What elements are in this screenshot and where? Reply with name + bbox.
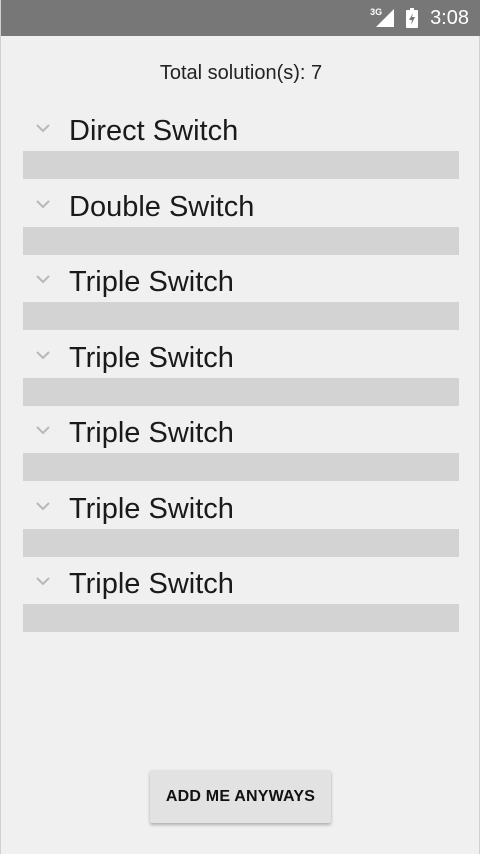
solution-item: Direct Switch xyxy=(23,113,459,189)
solution-header[interactable]: Triple Switch xyxy=(23,264,459,302)
solution-item: Double Switch xyxy=(23,189,459,265)
solution-list: Direct Switch Double Switch Triple Switc… xyxy=(23,113,459,642)
solution-header[interactable]: Double Switch xyxy=(23,189,459,227)
status-icons: 3G 3:08 xyxy=(370,0,469,36)
solution-item: Triple Switch xyxy=(23,340,459,416)
solution-title: Triple Switch xyxy=(69,341,234,374)
chevron-down-icon xyxy=(36,275,50,284)
chevron-down-icon xyxy=(36,501,50,510)
solution-title: Triple Switch xyxy=(69,417,234,449)
solution-title: Triple Switch xyxy=(69,492,234,525)
solution-header[interactable]: Triple Switch xyxy=(23,491,459,529)
chevron-down-icon xyxy=(36,199,50,208)
chevron-down-icon xyxy=(36,426,50,435)
signal-icon: 3G xyxy=(370,0,398,36)
solution-header[interactable]: Triple Switch xyxy=(23,566,459,604)
solution-detail-bar xyxy=(23,151,459,179)
solution-item: Triple Switch xyxy=(23,566,459,642)
chevron-down-icon xyxy=(36,577,50,586)
total-solutions-label: Total solution(s): 7 xyxy=(159,62,323,84)
solution-detail-bar xyxy=(23,302,459,330)
solution-title: Triple Switch xyxy=(69,568,234,600)
chevron-down-icon xyxy=(36,124,50,133)
solution-title: Double Switch xyxy=(69,190,255,223)
solution-header[interactable]: Direct Switch xyxy=(23,113,459,151)
status-clock: 3:08 xyxy=(430,6,469,29)
solution-detail-bar xyxy=(23,453,459,481)
solution-detail-bar xyxy=(23,528,459,557)
solution-item: Triple Switch xyxy=(23,264,459,340)
solution-header[interactable]: Triple Switch xyxy=(23,415,459,453)
screen: 3G 3:08 Total solution(s): 7 Direct Swit… xyxy=(0,0,480,854)
solution-detail-bar xyxy=(23,226,459,255)
solution-detail-bar xyxy=(23,604,459,632)
add-me-anyways-button[interactable]: ADD ME ANYWAYS xyxy=(150,770,331,823)
solution-title: Triple Switch xyxy=(69,266,234,298)
solution-title: Direct Switch xyxy=(69,115,239,147)
solution-item: Triple Switch xyxy=(23,491,459,567)
solution-header[interactable]: Triple Switch xyxy=(23,340,459,378)
solution-item: Triple Switch xyxy=(23,415,459,491)
chevron-down-icon xyxy=(36,350,50,359)
status-bar: 3G 3:08 xyxy=(1,0,480,36)
solution-detail-bar xyxy=(23,377,459,406)
battery-charging-icon xyxy=(406,8,419,28)
